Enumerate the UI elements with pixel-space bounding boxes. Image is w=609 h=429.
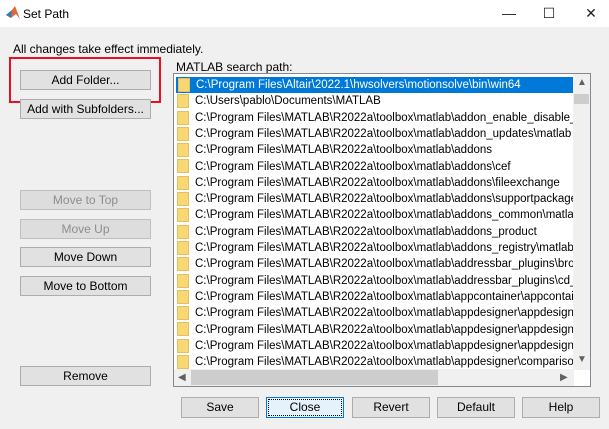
path-list-item[interactable]: C:\Program Files\MATLAB\R2022a\toolbox\m… — [175, 110, 575, 126]
path-text: C:\Program Files\MATLAB\R2022a\toolbox\m… — [195, 274, 575, 287]
vertical-scrollbar[interactable]: ▲ ▼ — [573, 74, 590, 370]
folder-icon — [177, 110, 189, 125]
info-message: All changes take effect immediately. — [13, 42, 204, 56]
path-list-item[interactable]: C:\Users\pablo\Documents\MATLAB — [175, 93, 575, 109]
folder-icon — [177, 355, 189, 370]
move-up-button[interactable]: Move Up — [20, 219, 151, 239]
folder-icon — [177, 306, 189, 321]
matlab-logo-icon — [6, 6, 20, 19]
move-down-button[interactable]: Move Down — [20, 247, 151, 267]
folder-icon — [177, 240, 189, 255]
path-text: C:\Program Files\MATLAB\R2022a\toolbox\m… — [195, 258, 575, 271]
path-list-item[interactable]: C:\Program Files\MATLAB\R2022a\toolbox\m… — [175, 224, 575, 240]
vertical-scroll-thumb[interactable] — [574, 94, 589, 104]
path-text: C:\Program Files\MATLAB\R2022a\toolbox\m… — [195, 339, 575, 352]
path-list-item[interactable]: C:\Program Files\MATLAB\R2022a\toolbox\m… — [175, 159, 575, 175]
folder-icon — [177, 159, 189, 174]
path-list-item[interactable]: C:\Program Files\MATLAB\R2022a\toolbox\m… — [175, 256, 575, 272]
path-text: C:\Program Files\MATLAB\R2022a\toolbox\m… — [195, 323, 575, 336]
path-text: C:\Program Files\MATLAB\R2022a\toolbox\m… — [195, 225, 537, 238]
path-list-item[interactable]: C:\Program Files\MATLAB\R2022a\toolbox\m… — [175, 338, 575, 354]
save-button[interactable]: Save — [181, 397, 259, 418]
add-folder-button[interactable]: Add Folder... — [20, 70, 151, 90]
path-list-item[interactable]: C:\Program Files\MATLAB\R2022a\toolbox\m… — [175, 142, 575, 158]
path-text: C:\Program Files\Altair\2022.1\hwsolvers… — [196, 79, 521, 91]
folder-icon — [177, 338, 189, 353]
horizontal-scroll-thumb[interactable] — [191, 370, 438, 385]
path-text: C:\Program Files\MATLAB\R2022a\toolbox\m… — [195, 242, 574, 254]
path-list-item[interactable]: C:\Program Files\MATLAB\R2022a\toolbox\m… — [175, 207, 575, 223]
folder-icon — [177, 289, 189, 304]
path-text: C:\Program Files\MATLAB\R2022a\toolbox\m… — [195, 290, 575, 303]
folder-icon — [177, 192, 189, 207]
close-window-button[interactable]: ✕ — [576, 3, 606, 23]
path-text: C:\Program Files\MATLAB\R2022a\toolbox\m… — [195, 193, 575, 206]
path-list-item[interactable]: C:\Program Files\MATLAB\R2022a\toolbox\m… — [175, 191, 575, 207]
scroll-up-icon[interactable]: ▲ — [577, 77, 587, 88]
path-list-item[interactable]: C:\Program Files\MATLAB\R2022a\toolbox\m… — [175, 322, 575, 338]
path-list-item[interactable]: C:\Program Files\MATLAB\R2022a\toolbox\m… — [175, 175, 575, 191]
path-list-item[interactable]: C:\Program Files\MATLAB\R2022a\toolbox\m… — [175, 354, 575, 370]
scroll-right-icon[interactable]: ▶ — [560, 372, 568, 383]
path-text: C:\Program Files\MATLAB\R2022a\toolbox\m… — [195, 144, 493, 157]
remove-button[interactable]: Remove — [20, 366, 151, 386]
title-bar: Set Path — ☐ ✕ — [0, 0, 609, 27]
scroll-left-icon[interactable]: ◀ — [178, 372, 186, 383]
help-button[interactable]: Help — [522, 397, 600, 418]
close-button[interactable]: Close — [266, 397, 344, 418]
folder-icon — [177, 143, 189, 158]
add-with-subfolders-button[interactable]: Add with Subfolders... — [20, 99, 151, 119]
path-list-item[interactable]: C:\Program Files\Altair\2022.1\hwsolvers… — [176, 77, 574, 93]
path-text: C:\Program Files\MATLAB\R2022a\toolbox\m… — [195, 127, 572, 140]
search-path-label: MATLAB search path: — [176, 60, 293, 74]
folder-icon — [177, 94, 189, 109]
folder-icon — [177, 273, 189, 288]
path-list-item[interactable]: C:\Program Files\MATLAB\R2022a\toolbox\m… — [175, 289, 575, 305]
maximize-button[interactable]: ☐ — [534, 3, 564, 23]
path-text: C:\Program Files\MATLAB\R2022a\toolbox\m… — [195, 356, 575, 369]
revert-button[interactable]: Revert — [352, 397, 430, 418]
path-text: C:\Program Files\MATLAB\R2022a\toolbox\m… — [195, 111, 575, 124]
default-button[interactable]: Default — [437, 397, 515, 418]
folder-icon — [177, 322, 189, 337]
move-to-top-button[interactable]: Move to Top — [20, 190, 151, 210]
path-list-item[interactable]: C:\Program Files\MATLAB\R2022a\toolbox\m… — [175, 126, 575, 142]
folder-icon — [178, 77, 190, 92]
path-text: C:\Program Files\MATLAB\R2022a\toolbox\m… — [195, 176, 560, 189]
folder-icon — [177, 257, 189, 272]
path-list-item[interactable]: C:\Program Files\MATLAB\R2022a\toolbox\m… — [175, 305, 575, 321]
path-text: C:\Program Files\MATLAB\R2022a\toolbox\m… — [195, 307, 575, 320]
path-list-item[interactable]: C:\Program Files\MATLAB\R2022a\toolbox\m… — [175, 240, 575, 256]
scroll-down-icon[interactable]: ▼ — [577, 354, 587, 365]
search-path-list[interactable]: C:\Program Files\Altair\2022.1\hwsolvers… — [173, 73, 591, 387]
path-text: C:\Program Files\MATLAB\R2022a\toolbox\m… — [195, 160, 511, 173]
horizontal-scrollbar[interactable]: ◀ ▶ — [174, 369, 574, 386]
folder-icon — [177, 175, 189, 190]
folder-icon — [177, 126, 189, 141]
minimize-button[interactable]: — — [494, 3, 524, 23]
move-to-bottom-button[interactable]: Move to Bottom — [20, 276, 151, 296]
folder-icon — [177, 208, 189, 223]
path-list-item[interactable]: C:\Program Files\MATLAB\R2022a\toolbox\m… — [175, 273, 575, 289]
path-text: C:\Users\pablo\Documents\MATLAB — [195, 95, 381, 108]
path-text: C:\Program Files\MATLAB\R2022a\toolbox\m… — [195, 209, 575, 222]
window-title: Set Path — [23, 7, 70, 21]
folder-icon — [177, 224, 189, 239]
